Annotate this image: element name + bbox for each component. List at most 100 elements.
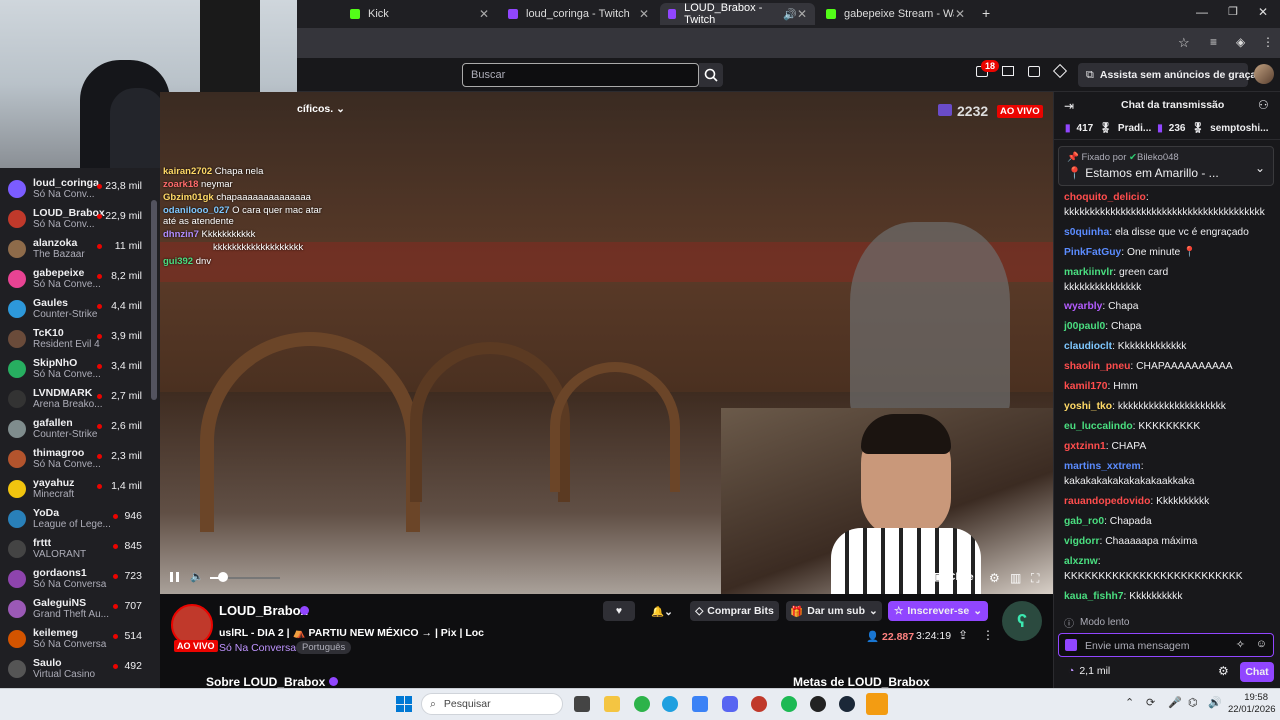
app-icon[interactable] — [810, 696, 826, 712]
network-icon[interactable]: ⌬ — [1188, 696, 1198, 709]
app-icon[interactable] — [751, 696, 767, 712]
user-avatar[interactable] — [1254, 64, 1274, 84]
close-icon[interactable]: ✕ — [479, 7, 489, 21]
sidebar-channel[interactable]: gafallen Counter-Strike 2,6 mil — [0, 414, 150, 444]
users-icon[interactable]: ⚇ — [1258, 98, 1269, 112]
sidebar-channel[interactable]: frttt VALORANT 845 — [0, 534, 150, 564]
chat-username[interactable]: markiinvlr — [1064, 267, 1113, 278]
microphone-icon[interactable]: 🎤 — [1168, 696, 1182, 709]
chat-username[interactable]: vigdorr — [1064, 536, 1099, 547]
gift-sub-button[interactable]: 🎁 Dar um sub ⌄ — [786, 601, 882, 621]
sidebar-channel[interactable]: GaleguiNS Grand Theft Au... 707 — [0, 594, 150, 624]
sidebar-channel[interactable]: LVNDMARK Arena Breako... 2,7 mil — [0, 384, 150, 414]
chat-username[interactable]: claudioclt — [1064, 341, 1112, 352]
sidebar-channel[interactable]: YoDa League of Lege... 946 — [0, 504, 150, 534]
chat-bubble-icon[interactable] — [1028, 66, 1040, 77]
edge-icon[interactable] — [662, 696, 678, 712]
chat-username[interactable]: gxtzinn1 — [1064, 441, 1106, 452]
chrome-icon[interactable] — [634, 696, 650, 712]
speaker-icon[interactable]: 🔊 — [1208, 696, 1222, 709]
taskbar-clock[interactable]: 19:58 22/01/2026 — [1228, 692, 1276, 716]
channel-name[interactable]: LOUD_Brabox — [219, 603, 308, 618]
tab-gabepeixe[interactable]: gabepeixe Stream - Watch Live✕ — [818, 3, 973, 25]
sidebar-channel[interactable]: thimagroo Só Na Conve... 2,3 mil — [0, 444, 150, 474]
chat-username[interactable]: choquito_delicio — [1064, 192, 1146, 203]
language-tag[interactable]: Português — [296, 641, 352, 654]
chat-username[interactable]: PinkFatGuy — [1064, 247, 1121, 258]
spotify-icon[interactable] — [781, 696, 797, 712]
chat-username[interactable]: kamil170 — [1064, 381, 1108, 392]
file-explorer-icon[interactable] — [604, 696, 620, 712]
buy-bits-button[interactable]: ◇ Comprar Bits — [690, 601, 779, 621]
chat-username[interactable]: yoshi_tko — [1064, 401, 1112, 412]
sidebar-channel[interactable]: keilemeg Só Na Conversa 514 — [0, 624, 150, 654]
store-icon[interactable] — [692, 696, 708, 712]
search-button[interactable] — [699, 63, 723, 87]
sidebar-channel[interactable]: LOUD_Brabox Só Na Conv... 22,9 mil — [0, 204, 150, 234]
sidebar-scrollbar[interactable] — [151, 200, 157, 400]
close-window-icon[interactable]: ✕ — [1258, 5, 1268, 19]
sidebar-channel[interactable]: alanzoka The Bazaar 11 mil — [0, 234, 150, 264]
emote-picker-icon[interactable]: ☺ — [1256, 638, 1267, 650]
tab-loud-coringa[interactable]: loud_coringa - Twitch ✕ — [500, 3, 657, 25]
chat-username[interactable]: kaua_fishh7 — [1064, 591, 1124, 602]
task-view-icon[interactable] — [574, 696, 590, 712]
chat-username[interactable]: eu_luccalindo — [1064, 421, 1133, 432]
category-dropdown[interactable]: cíficos. ⌄ — [297, 103, 345, 115]
follow-heart-button[interactable]: ♥ — [603, 601, 635, 621]
fullscreen-icon[interactable]: ⛶ — [1031, 571, 1039, 586]
volume-slider-handle[interactable] — [218, 572, 228, 582]
chat-username[interactable]: gab_ro0 — [1064, 516, 1104, 527]
chat-input[interactable]: Envie uma mensagem ✧ ☺ — [1058, 633, 1274, 657]
search-input[interactable]: Buscar — [462, 63, 699, 87]
channel-points[interactable]: ◔ 2,1 mil — [1068, 665, 1110, 677]
taskbar-search[interactable]: ⌕ Pesquisar — [421, 693, 563, 715]
chat-send-button[interactable]: Chat — [1240, 662, 1274, 682]
pinned-message[interactable]: 📌 Fixado por ✔Bileko048 📍 Estamos em Ama… — [1058, 146, 1274, 186]
sidebar-channel[interactable]: gordaons1 Só Na Conversa 723 — [0, 564, 150, 594]
notification-bell-button[interactable]: 🔔⌄ — [642, 601, 682, 621]
theatre-mode-icon[interactable]: ▥ — [1010, 571, 1021, 585]
chat-username[interactable]: alxznw — [1064, 556, 1098, 567]
leaderboard-bar[interactable]: ▮ 417 🎖 Pradi... ▮ 236 🎖 semptoshi... — [1053, 118, 1280, 140]
magic-wand-icon[interactable]: ✧ — [1236, 638, 1245, 651]
close-icon[interactable]: ✕ — [639, 7, 649, 21]
share-icon[interactable]: ⇪ — [958, 628, 968, 642]
category-link[interactable]: Só Na Conversa — [219, 642, 296, 654]
ad-free-button[interactable]: ⧉ Assista sem anúncios de graça — [1078, 63, 1256, 87]
new-tab-button[interactable]: + — [982, 5, 990, 21]
speaker-icon[interactable]: 🔊 — [783, 8, 797, 21]
sidebar-channel[interactable]: Gaules Counter-Strike 4,4 mil — [0, 294, 150, 324]
chat-username[interactable]: rauandopedovido — [1064, 496, 1150, 507]
chat-username[interactable]: wyarbly — [1064, 301, 1102, 312]
collapse-chat-icon[interactable]: ⇥ — [1064, 99, 1074, 113]
sidebar-channel[interactable]: yayahuz Minecraft 1,4 mil — [0, 474, 150, 504]
whispers-icon[interactable] — [1002, 66, 1014, 76]
tab-kick[interactable]: Kick ✕ — [342, 3, 497, 25]
chat-settings-icon[interactable]: ⚙ — [1218, 664, 1229, 678]
browser-menu-icon[interactable]: ⋮ — [1262, 35, 1274, 49]
sidebar-channel[interactable]: gabepeixe Só Na Conve... 8,2 mil — [0, 264, 150, 294]
steam-icon[interactable] — [839, 696, 855, 712]
volume-icon[interactable]: 🔈 — [190, 570, 204, 583]
close-icon[interactable]: ✕ — [955, 7, 965, 21]
subscribe-button[interactable]: ☆ Inscrever-se ⌄ — [888, 601, 988, 621]
tab-loud-brabox[interactable]: LOUD_Brabox - Twitch 🔊 ✕ — [660, 2, 815, 26]
tray-icon[interactable]: ⟳ — [1146, 696, 1155, 709]
chevron-up-icon[interactable]: ⌃ — [1125, 696, 1134, 709]
sidebar-channel[interactable]: TcK10 Resident Evil 4 3,9 mil — [0, 324, 150, 354]
bookmark-star-icon[interactable]: ☆ — [1178, 35, 1190, 51]
sidebar-channel[interactable]: SkipNhO Só Na Conve... 3,4 mil — [0, 354, 150, 384]
settings-gear-icon[interactable]: ⚙ — [989, 571, 1000, 585]
chat-username[interactable]: s0quinha — [1064, 227, 1109, 238]
minimize-icon[interactable]: — — [1196, 5, 1208, 19]
chevron-down-icon[interactable]: ⌄ — [1255, 161, 1265, 175]
chat-username[interactable]: shaolin_pneu — [1064, 361, 1130, 372]
restore-icon[interactable]: ❐ — [1228, 5, 1238, 18]
discord-icon[interactable] — [722, 696, 738, 712]
close-icon[interactable]: ✕ — [797, 7, 807, 21]
sidebar-channel[interactable]: Saulo Virtual Casino 492 — [0, 654, 150, 684]
chat-username[interactable]: j00paul0 — [1064, 321, 1105, 332]
pause-button[interactable] — [170, 572, 182, 584]
sidebar-channel[interactable]: loud_coringa Só Na Conv... 23,8 mil — [0, 174, 150, 204]
